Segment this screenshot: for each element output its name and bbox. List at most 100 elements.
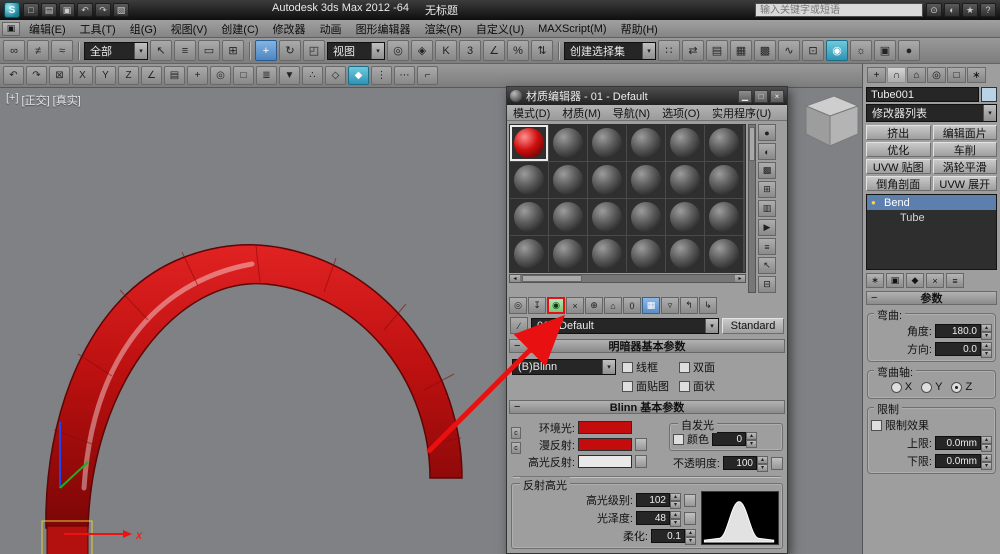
communication-center-icon[interactable]: ◐ <box>944 3 960 17</box>
view-cube[interactable] <box>804 95 860 147</box>
menu-item[interactable]: 修改器 <box>266 20 313 37</box>
percent-snap-icon[interactable]: % <box>507 40 529 61</box>
axis-constraint-plane-icon[interactable]: ∠ <box>141 66 162 85</box>
spinner-snap-icon[interactable]: ⇅ <box>531 40 553 61</box>
menu-item[interactable]: 自定义(U) <box>469 20 531 37</box>
chevron-down-icon[interactable]: ▾ <box>705 318 718 333</box>
show-shaded-material-in-viewport-icon[interactable]: ▦ <box>642 297 660 314</box>
reference-coordinate-dropdown[interactable]: 视图 ▾ <box>327 41 385 60</box>
go-forward-to-sibling-icon[interactable]: ↳ <box>699 297 717 314</box>
material-sample-slot[interactable] <box>549 236 587 272</box>
collapse-icon[interactable]: − <box>514 340 520 352</box>
app-logo-icon[interactable]: S <box>4 2 20 18</box>
align-icon[interactable]: ▤ <box>706 40 728 61</box>
chevron-down-icon[interactable]: ▾ <box>371 42 384 59</box>
pick-material-eyedropper-icon[interactable]: ∕ <box>510 317 528 334</box>
material-sample-slot[interactable] <box>627 125 665 161</box>
specular-level-spinner[interactable]: 102 ▴ ▾ <box>636 493 681 509</box>
menu-item[interactable]: 视图(V) <box>164 20 215 37</box>
faceted-checkbox[interactable]: 面状 <box>679 378 726 394</box>
search-input[interactable] <box>755 3 923 17</box>
material-sample-slot[interactable] <box>666 199 704 235</box>
material-editor-window[interactable]: 材质编辑器 - 01 - Default ▁ □ × 模式(D) 材质(M) 导航(N)… <box>506 86 788 554</box>
spinner-arrows[interactable]: ▴ ▾ <box>685 529 696 545</box>
help-icon[interactable]: ? <box>980 3 996 17</box>
blinn-rollout-header[interactable]: − Blinn 基本参数 <box>509 400 785 414</box>
sample-h-scrollbar[interactable]: ◂ ▸ <box>509 274 746 283</box>
object-name-field[interactable]: Tube001 <box>866 87 979 102</box>
modifier-button[interactable]: UVW 展开 <box>932 176 997 191</box>
remove-modifier-icon[interactable]: × <box>926 273 944 288</box>
show-end-result-icon[interactable]: ▿ <box>661 297 679 314</box>
parameters-rollout-header[interactable]: − 参数 <box>866 291 997 305</box>
open-file-icon[interactable]: ▤ <box>41 3 57 17</box>
axis-z-radio[interactable]: Z <box>951 381 972 393</box>
maximize-button[interactable]: □ <box>754 89 768 103</box>
modifier-stack-row[interactable]: ● Bend <box>867 195 996 210</box>
material-sample-slot[interactable] <box>510 162 548 198</box>
material-sample-slot[interactable] <box>705 162 743 198</box>
self-illum-spinner[interactable]: 0 ▴ ▾ <box>712 432 757 448</box>
favorites-icon[interactable]: ★ <box>962 3 978 17</box>
modifier-button[interactable]: 挤出 <box>866 125 931 140</box>
rendered-frame-window-icon[interactable]: ▣ <box>874 40 896 61</box>
specular-map-button[interactable] <box>635 455 647 468</box>
show-end-result-stack-icon[interactable]: ▣ <box>886 273 904 288</box>
configure-modifier-sets-icon[interactable]: ≡ <box>946 273 964 288</box>
material-sample-slot[interactable] <box>510 236 548 272</box>
window-crossing-icon[interactable]: ⊞ <box>222 40 244 61</box>
material-id-channel-icon[interactable]: 0 <box>623 297 641 314</box>
specular-color-swatch[interactable] <box>578 455 632 468</box>
angle-spinner[interactable]: 180.0 ▴ ▾ <box>935 324 992 340</box>
undo-icon[interactable]: ↶ <box>77 3 93 17</box>
undo-view-icon[interactable]: ↶ <box>3 66 24 85</box>
shader-rollout-header[interactable]: − 明暗器基本参数 <box>509 339 785 353</box>
menu-item[interactable]: 帮助(H) <box>614 20 665 37</box>
material-sample-slot[interactable] <box>666 162 704 198</box>
material-editor-titlebar[interactable]: 材质编辑器 - 01 - Default ▁ □ × <box>507 87 787 105</box>
select-by-material-icon[interactable]: ↖ <box>758 257 776 274</box>
material-sample-slot[interactable] <box>549 162 587 198</box>
menu-item[interactable]: 模式(D) <box>507 105 556 121</box>
modifier-button[interactable]: UVW 贴图 <box>866 159 931 174</box>
specular-level-map-button[interactable] <box>684 493 696 507</box>
mirror-icon[interactable]: ⇄ <box>682 40 704 61</box>
lock-ambient-diffuse-icon[interactable]: c <box>511 427 521 439</box>
chevron-down-icon[interactable]: ▾ <box>602 360 615 374</box>
spacing-tool-icon[interactable]: ⋯ <box>394 66 415 85</box>
search-go-icon[interactable]: ⊙ <box>926 3 942 17</box>
spinner-arrows[interactable]: ▴ ▾ <box>981 436 992 452</box>
redo-icon[interactable]: ↷ <box>95 3 111 17</box>
lock-diffuse-specular-icon[interactable]: c <box>511 442 521 454</box>
new-scene-icon[interactable]: □ <box>23 3 39 17</box>
material-sample-slot[interactable] <box>549 199 587 235</box>
axis-x-radio[interactable]: X <box>890 381 912 393</box>
scroll-right-icon[interactable]: ▸ <box>735 275 745 282</box>
material-sample-slot[interactable] <box>549 125 587 161</box>
material-editor-icon[interactable]: ◉ <box>826 40 848 61</box>
material-sample-slot[interactable] <box>705 236 743 272</box>
shader-type-dropdown[interactable]: (B)Blinn ▾ <box>512 359 616 375</box>
axis-constraint-z-icon[interactable]: Z <box>118 66 139 85</box>
axis-y-radio[interactable]: Y <box>921 381 942 393</box>
spinner-arrows[interactable]: ▴ ▾ <box>757 456 768 472</box>
material-sample-slot[interactable] <box>627 236 665 272</box>
go-to-parent-icon[interactable]: ↰ <box>680 297 698 314</box>
material-sample-slot[interactable] <box>705 125 743 161</box>
render-production-icon[interactable]: ● <box>898 40 920 61</box>
sample-v-scrollbar[interactable] <box>748 124 756 293</box>
minimize-button[interactable]: ▁ <box>738 89 752 103</box>
layer-manager-icon[interactable]: ▦ <box>730 40 752 61</box>
sample-type-sphere-icon[interactable]: ● <box>758 124 776 141</box>
menu-item[interactable]: 创建(C) <box>214 20 265 37</box>
material-type-button[interactable]: Standard <box>722 317 784 334</box>
self-illum-color-checkbox[interactable]: 颜色 <box>673 431 709 447</box>
put-material-to-scene-icon[interactable]: ↧ <box>528 297 546 314</box>
modifier-button[interactable]: 倒角剖面 <box>866 176 931 191</box>
wireframe-checkbox[interactable]: 线框 <box>622 359 669 375</box>
chevron-down-icon[interactable]: ▾ <box>983 105 996 121</box>
scroll-left-icon[interactable]: ◂ <box>510 275 520 282</box>
layer-list-icon[interactable]: ▤ <box>164 66 185 85</box>
scene-explorer-icon[interactable]: ≣ <box>256 66 277 85</box>
get-material-icon[interactable]: ◎ <box>509 297 527 314</box>
